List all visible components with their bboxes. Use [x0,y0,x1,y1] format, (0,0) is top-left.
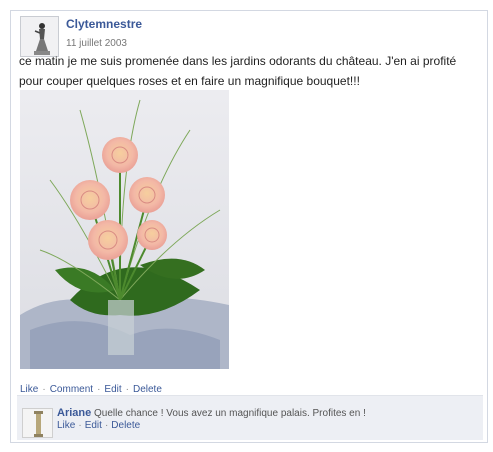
post-actions: Like · Comment · Edit · Delete [20,384,162,395]
separator: · [42,384,46,395]
comment-item: Ariane Quelle chance ! Vous avez un magn… [17,395,483,440]
edit-link[interactable]: Edit [104,384,121,395]
post-photo[interactable] [20,90,229,369]
comment-edit-link[interactable]: Edit [85,420,102,431]
comment-link[interactable]: Comment [50,384,93,395]
comment-actions: Like · Edit · Delete [57,420,140,431]
delete-link[interactable]: Delete [133,384,162,395]
post-author[interactable]: Clytemnestre [66,17,142,31]
comment-like-link[interactable]: Like [57,420,75,431]
separator: · [97,384,101,395]
comment-delete-link[interactable]: Delete [111,420,140,431]
comment-line: Ariane Quelle chance ! Vous avez un magn… [57,407,366,419]
separator: · [78,420,82,431]
separator: · [104,420,109,431]
post-date: 11 juillet 2003 [66,38,127,49]
comment-author[interactable]: Ariane [57,407,91,419]
comment-text: Quelle chance ! Vous avez un magnifique … [94,408,366,419]
post-text: ce matin je me suis promenée dans les ja… [19,54,457,88]
separator: · [125,384,129,395]
commenter-avatar[interactable] [22,408,53,438]
post-card: Clytemnestre 11 juillet 2003 ce matin je… [10,10,488,443]
like-link[interactable]: Like [20,384,38,395]
